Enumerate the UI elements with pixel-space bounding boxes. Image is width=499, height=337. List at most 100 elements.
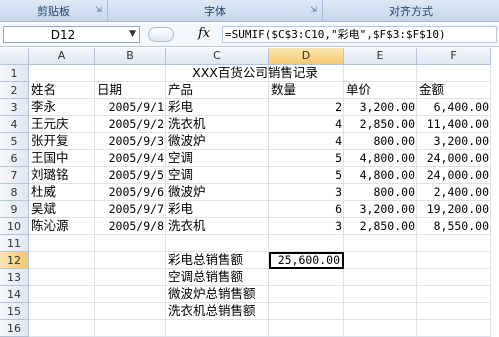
cell[interactable] [417,65,491,82]
select-all-corner[interactable] [0,48,29,65]
row-header-12[interactable]: 12 [0,252,29,269]
cell[interactable] [95,320,166,337]
table-cell[interactable]: 李永 [29,99,95,116]
table-cell[interactable]: 3,200.00 [417,133,491,150]
table-cell[interactable]: 王国中 [29,150,95,167]
row-header-4[interactable]: 4 [0,116,29,133]
cell[interactable] [166,235,269,252]
table-cell[interactable]: 2,400.00 [417,184,491,201]
table-cell[interactable]: 3 [269,218,344,235]
chevron-down-icon[interactable]: ▼ [129,29,136,39]
table-cell[interactable]: 微波炉 [166,133,269,150]
summary-value[interactable] [269,303,344,320]
table-cell[interactable]: 洗衣机 [166,116,269,133]
table-cell[interactable]: 2005/9/6 [95,184,166,201]
cell[interactable] [417,252,491,269]
dialog-launcher-icon[interactable]: ⇲ [94,5,103,14]
table-cell[interactable]: 王元庆 [29,116,95,133]
table-cell[interactable]: 4 [269,116,344,133]
cell[interactable] [344,269,417,286]
formula-input[interactable]: =SUMIF($C$3:C10,"彩电",$F$3:$F$10) [222,26,497,43]
column-header-e[interactable]: E [344,48,417,65]
table-cell[interactable]: 2005/9/8 [95,218,166,235]
name-box[interactable]: D12 ▼ [3,26,140,43]
summary-value[interactable] [269,286,344,303]
table-cell[interactable]: 24,000.00 [417,167,491,184]
row-header-15[interactable]: 15 [0,303,29,320]
column-heading[interactable]: 日期 [95,82,166,99]
row-header-1[interactable]: 1 [0,65,29,82]
summary-value[interactable] [269,269,344,286]
cell[interactable] [29,320,95,337]
table-cell[interactable]: 2005/9/7 [95,201,166,218]
column-header-b[interactable]: B [95,48,166,65]
table-cell[interactable]: 5 [269,150,344,167]
formula-bar-expand-control[interactable] [148,27,174,42]
cell[interactable] [29,65,95,82]
row-header-8[interactable]: 8 [0,184,29,201]
table-cell[interactable]: 4,800.00 [344,167,417,184]
row-header-10[interactable]: 10 [0,218,29,235]
cell[interactable] [95,235,166,252]
table-cell[interactable]: 彩电 [166,201,269,218]
table-cell[interactable]: 微波炉 [166,184,269,201]
sheet-title[interactable]: XXX百货公司销售记录 [166,65,344,82]
table-cell[interactable]: 800.00 [344,133,417,150]
table-cell[interactable]: 洗衣机 [166,218,269,235]
cell[interactable] [269,235,344,252]
cell[interactable] [29,286,95,303]
column-header-f[interactable]: F [417,48,491,65]
cell[interactable] [95,286,166,303]
table-cell[interactable]: 6 [269,201,344,218]
row-header-5[interactable]: 5 [0,133,29,150]
active-cell-d12[interactable]: 25,600.00 [269,252,344,269]
spreadsheet-grid[interactable]: A B C D E F 1 2 3 4 5 6 7 8 9 10 11 12 13 14 15 16 XXX百货公司销售记录… [0,48,499,337]
column-header-a[interactable]: A [29,48,95,65]
row-header-16[interactable]: 16 [0,320,29,337]
row-header-2[interactable]: 2 [0,82,29,99]
table-cell[interactable]: 3,200.00 [344,99,417,116]
row-header-3[interactable]: 3 [0,99,29,116]
cell[interactable] [417,320,491,337]
cell[interactable] [166,320,269,337]
font-group[interactable]: 字体 ⇲ [108,0,323,21]
table-cell[interactable]: 24,000.00 [417,150,491,167]
cell[interactable] [417,235,491,252]
table-cell[interactable]: 2005/9/1 [95,99,166,116]
cell[interactable] [344,252,417,269]
table-cell[interactable]: 5 [269,167,344,184]
cell[interactable] [95,65,166,82]
cell[interactable] [344,303,417,320]
summary-label[interactable]: 彩电总销售额 [166,252,269,269]
alignment-group[interactable]: 对齐方式 [323,0,499,21]
cell[interactable] [95,269,166,286]
table-cell[interactable]: 3 [269,184,344,201]
summary-label[interactable]: 洗衣机总销售额 [166,303,269,320]
table-cell[interactable]: 杜威 [29,184,95,201]
table-cell[interactable]: 彩电 [166,99,269,116]
table-cell[interactable]: 陈沁源 [29,218,95,235]
column-heading[interactable]: 单价 [344,82,417,99]
table-cell[interactable]: 2 [269,99,344,116]
row-header-9[interactable]: 9 [0,201,29,218]
column-heading[interactable]: 姓名 [29,82,95,99]
cell[interactable] [29,303,95,320]
column-header-c[interactable]: C [166,48,269,65]
table-cell[interactable]: 3,200.00 [344,201,417,218]
table-cell[interactable]: 空调 [166,150,269,167]
clipboard-group[interactable]: 剪贴板 ⇲ [0,0,108,21]
function-icon[interactable]: fx [198,26,210,41]
table-cell[interactable]: 6,400.00 [417,99,491,116]
cell[interactable] [344,286,417,303]
column-heading[interactable]: 金额 [417,82,491,99]
cell[interactable] [344,320,417,337]
table-cell[interactable]: 4 [269,133,344,150]
table-cell[interactable]: 19,200.00 [417,201,491,218]
row-header-6[interactable]: 6 [0,150,29,167]
table-cell[interactable]: 4,800.00 [344,150,417,167]
column-header-d[interactable]: D [269,48,344,65]
table-cell[interactable]: 张开复 [29,133,95,150]
table-cell[interactable]: 2005/9/5 [95,167,166,184]
summary-label[interactable]: 空调总销售额 [166,269,269,286]
table-cell[interactable]: 11,400.00 [417,116,491,133]
